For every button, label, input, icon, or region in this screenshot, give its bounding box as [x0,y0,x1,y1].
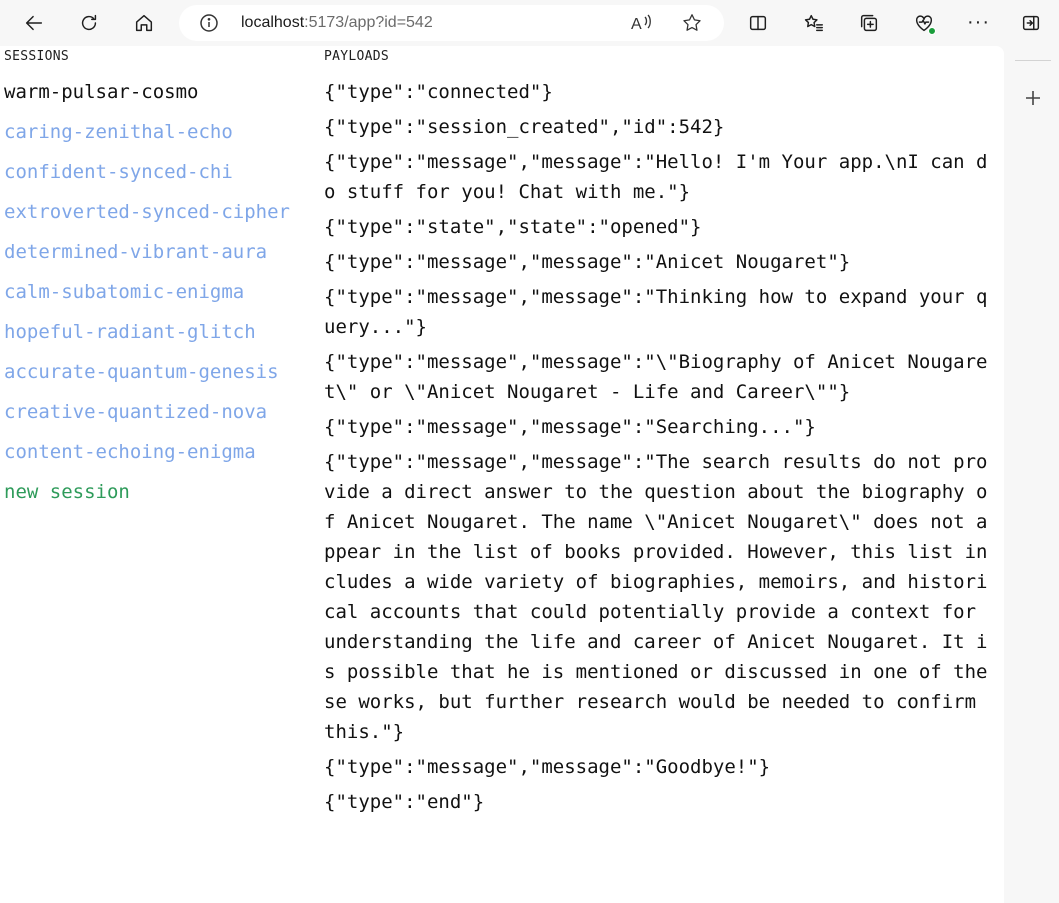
session-item[interactable]: extroverted-synced-cipher [4,192,314,232]
payload-item: {"type":"message","message":"Searching..… [324,416,816,438]
payload-item: {"type":"message","message":"Anicet Noug… [324,251,851,273]
collections-icon[interactable] [854,8,884,38]
site-info-icon[interactable] [199,13,219,33]
split-screen-icon[interactable] [743,8,773,38]
session-item[interactable]: accurate-quantum-genesis [4,352,314,392]
session-item[interactable]: content-echoing-enigma [4,432,314,472]
url-path: :5173/app?id=542 [304,14,433,31]
browser-toolbar: localhost:5173/app?id=542 A ··· [0,0,1059,46]
sidebar-toggle-icon[interactable] [1016,8,1046,38]
address-bar[interactable]: localhost:5173/app?id=542 A [179,5,724,41]
svg-text:A: A [631,16,642,33]
favorites-icon[interactable] [799,8,829,38]
session-item[interactable]: calm-subatomic-enigma [4,272,314,312]
session-item[interactable]: determined-vibrant-aura [4,232,314,272]
read-aloud-icon[interactable]: A [630,13,652,33]
session-item[interactable]: creative-quantized-nova [4,392,314,432]
payload-item: {"type":"session_created","id":542} [324,116,725,138]
add-icon[interactable] [1023,88,1043,108]
payload-item: {"type":"message","message":"Thinking ho… [324,286,988,338]
url-text[interactable]: localhost:5173/app?id=542 [241,13,433,33]
payload-item: {"type":"message","message":"\"Biography… [324,351,988,403]
browser-side-rail [1004,46,1059,903]
payloads-list: {"type":"connected"} {"type":"session_cr… [324,72,988,822]
favorite-star-icon[interactable] [681,12,703,34]
more-menu-icon[interactable]: ··· [967,11,990,34]
session-item-active[interactable]: warm-pulsar-cosmo [4,72,314,112]
payload-item: {"type":"state","state":"opened"} [324,216,702,238]
new-session-link[interactable]: new session [4,472,314,512]
session-item[interactable]: confident-synced-chi [4,152,314,192]
payload-item: {"type":"message","message":"Hello! I'm … [324,151,988,203]
page-viewport: SESSIONS PAYLOADS warm-pulsar-cosmo cari… [0,46,1004,903]
refresh-icon[interactable] [74,8,104,38]
payload-item: {"type":"message","message":"Goodbye!"} [324,756,771,778]
back-arrow-icon[interactable] [19,8,49,38]
sessions-title: SESSIONS [4,49,70,64]
session-item[interactable]: caring-zenithal-echo [4,112,314,152]
payload-item: {"type":"message","message":"The search … [324,451,988,743]
home-icon[interactable] [129,8,159,38]
sessions-list: warm-pulsar-cosmo caring-zenithal-echo c… [4,72,314,512]
session-item[interactable]: hopeful-radiant-glitch [4,312,314,352]
payload-item: {"type":"end"} [324,791,485,813]
rail-divider [1015,60,1051,61]
payloads-title: PAYLOADS [324,49,390,64]
status-badge [928,27,936,35]
browser-essentials-icon[interactable] [909,8,939,38]
payload-item: {"type":"connected"} [324,81,553,103]
url-host: localhost [241,14,305,31]
